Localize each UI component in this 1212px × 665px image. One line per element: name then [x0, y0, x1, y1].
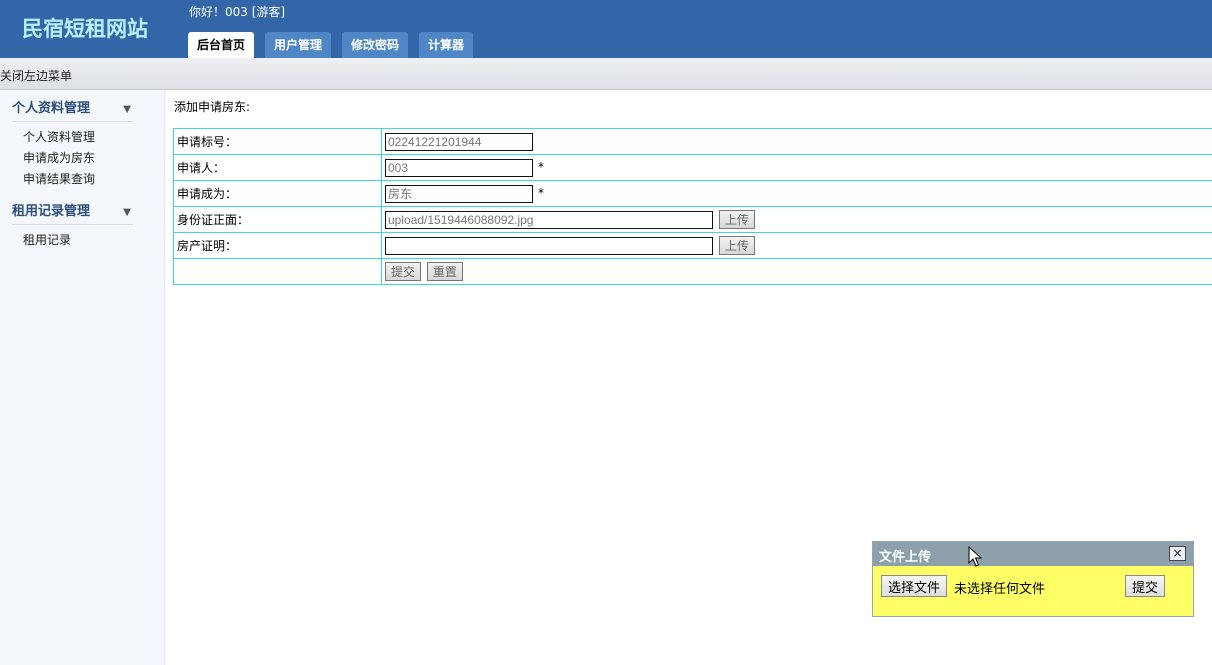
applicant-input[interactable]: [385, 158, 533, 177]
sidebar-section-title: 租用记录管理: [12, 204, 91, 219]
id-front-label: 身份证正面：: [173, 206, 382, 233]
form-row: 身份证正面： 上传: [173, 206, 1212, 233]
left-sidebar: 个人资料管理 ▼ 个人资料管理 申请成为房东 申请结果查询 租用记录管理 ▼ 租…: [0, 90, 165, 665]
site-title: 民宿短租网站: [22, 17, 148, 41]
form-row: 房产证明： 上传: [173, 232, 1212, 259]
page-title: 添加申请房东:: [174, 100, 251, 114]
sidebar-section-header[interactable]: 租用记录管理 ▼: [12, 201, 133, 225]
application-no-input[interactable]: [385, 132, 533, 151]
reset-button[interactable]: 重置: [426, 262, 463, 281]
apply-as-input[interactable]: [385, 184, 533, 203]
applicant-label: 申请人：: [173, 154, 382, 181]
sidebar-item-apply-result[interactable]: 申请结果查询: [23, 169, 133, 190]
id-front-path-input[interactable]: [385, 210, 713, 229]
sidebar-item-profile[interactable]: 个人资料管理: [23, 127, 133, 148]
sidebar-section-header[interactable]: 个人资料管理 ▼: [12, 98, 133, 122]
choose-file-button[interactable]: 选择文件: [881, 575, 948, 597]
close-icon[interactable]: ×: [1169, 546, 1186, 561]
apply-as-label: 申请成为：: [173, 180, 382, 207]
sidebar-section-rental: 租用记录管理 ▼ 租用记录: [12, 201, 133, 251]
sidebar-section-title: 个人资料管理: [12, 101, 91, 116]
main-nav-tabs: 后台首页 用户管理 修改密码 计算器: [188, 32, 484, 58]
property-cert-upload-button[interactable]: 上传: [718, 236, 755, 255]
file-upload-dialog: 文件上传 × 选择文件 未选择任何文件 提交: [872, 541, 1194, 617]
sidebar-item-apply-landlord[interactable]: 申请成为房东: [23, 148, 133, 169]
dialog-title-bar[interactable]: 文件上传 ×: [873, 542, 1193, 566]
sub-toolbar: 关闭左边菜单: [0, 58, 1212, 90]
sidebar-item-rental-records[interactable]: 租用记录: [23, 230, 133, 251]
required-mark: *: [538, 186, 544, 200]
form-row: 提交 重置: [173, 258, 1212, 285]
sidebar-section-profile: 个人资料管理 ▼ 个人资料管理 申请成为房东 申请结果查询: [12, 98, 133, 190]
id-front-upload-button[interactable]: 上传: [718, 210, 755, 229]
form-row: 申请人： *: [173, 154, 1212, 181]
toggle-left-menu-link[interactable]: 关闭左边菜单: [0, 67, 72, 84]
dialog-submit-button[interactable]: 提交: [1125, 575, 1166, 597]
tab-user-management[interactable]: 用户管理: [265, 32, 332, 58]
top-header: 民宿短租网站 你好！003 [游客] 后台首页 用户管理 修改密码 计算器: [0, 0, 1212, 58]
application-no-label: 申请标号：: [173, 128, 382, 155]
property-cert-path-input[interactable]: [385, 236, 713, 255]
dialog-title: 文件上传: [879, 550, 932, 565]
mouse-cursor-icon: [968, 546, 982, 567]
file-status-text: 未选择任何文件: [954, 582, 1046, 597]
property-cert-label: 房产证明：: [173, 232, 382, 259]
submit-button[interactable]: 提交: [385, 262, 422, 281]
form-row: 申请标号：: [173, 128, 1212, 155]
tab-admin-home[interactable]: 后台首页: [188, 32, 255, 58]
collapse-arrow-icon[interactable]: ▼: [123, 104, 131, 115]
tab-calculator[interactable]: 计算器: [419, 32, 474, 58]
required-mark: *: [538, 160, 544, 174]
collapse-arrow-icon[interactable]: ▼: [123, 207, 131, 218]
form-row: 申请成为： *: [173, 180, 1212, 207]
tab-change-password[interactable]: 修改密码: [342, 32, 409, 58]
user-greeting: 你好！003 [游客]: [189, 5, 286, 19]
apply-landlord-form: 申请标号： 申请人： * 申请成为： * 身份证正面： 上传 房产证明： 上传 …: [173, 128, 1212, 285]
